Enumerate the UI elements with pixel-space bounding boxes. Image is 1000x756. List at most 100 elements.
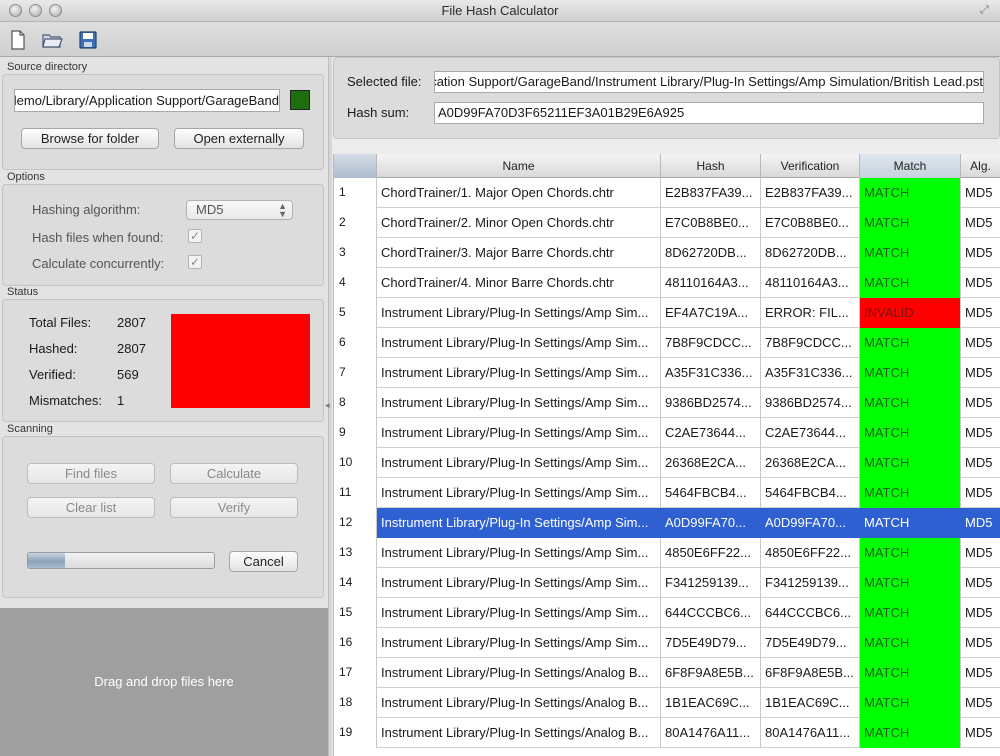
- verify-button[interactable]: Verify: [170, 497, 298, 518]
- name-cell: Instrument Library/Plug-In Settings/Amp …: [377, 478, 661, 508]
- total-files-label: Total Files:: [29, 315, 92, 330]
- match-cell: MATCH: [860, 388, 961, 418]
- source-directory-label: Source directory: [7, 61, 88, 73]
- verification-cell: 9386BD2574...: [761, 388, 860, 418]
- find-files-button[interactable]: Find files: [27, 463, 155, 484]
- hash-cell: 80A1476A11...: [661, 718, 761, 748]
- verification-cell: 1B1EAC69C...: [761, 688, 860, 718]
- table-row[interactable]: 5 Instrument Library/Plug-In Settings/Amp…: [334, 298, 1000, 328]
- hash-sum-field[interactable]: A0D99FA70D3F65211EF3A01B29E6A925: [434, 102, 984, 124]
- alg-cell: MD5: [961, 538, 1000, 568]
- hash-cell: 8D62720DB...: [661, 238, 761, 268]
- selected-file-field[interactable]: Application Support/GarageBand/Instrumen…: [434, 71, 984, 93]
- row-number-cell: 12: [334, 508, 377, 538]
- alg-cell: MD5: [961, 568, 1000, 598]
- clear-list-button[interactable]: Clear list: [27, 497, 155, 518]
- match-cell: INVALID: [860, 298, 961, 328]
- row-number-cell: 7: [334, 358, 377, 388]
- table-row[interactable]: 14 Instrument Library/Plug-In Settings/Am…: [334, 568, 1000, 598]
- hash-when-found-label: Hash files when found:: [32, 230, 164, 245]
- hashing-algorithm-select[interactable]: MD5 ▲ ▼: [186, 200, 293, 220]
- table-row[interactable]: 1 ChordTrainer/1. Major Open Chords.chtr E…: [334, 178, 1000, 208]
- scanning-label: Scanning: [7, 423, 53, 435]
- row-number-cell: 3: [334, 238, 377, 268]
- column-header-match[interactable]: Match: [860, 154, 961, 178]
- match-cell: MATCH: [860, 688, 961, 718]
- name-cell: Instrument Library/Plug-In Settings/Anal…: [377, 718, 661, 748]
- table-row[interactable]: 18 Instrument Library/Plug-In Settings/An…: [334, 688, 1000, 718]
- open-externally-button[interactable]: Open externally: [174, 128, 304, 149]
- save-disk-icon[interactable]: [76, 28, 100, 52]
- selection-panel: [333, 57, 1000, 139]
- window-title: File Hash Calculator: [441, 3, 559, 18]
- alg-cell: MD5: [961, 508, 1000, 538]
- fullscreen-icon[interactable]: ⤢: [980, 4, 992, 16]
- name-cell: Instrument Library/Plug-In Settings/Amp …: [377, 358, 661, 388]
- name-cell: Instrument Library/Plug-In Settings/Amp …: [377, 418, 661, 448]
- options-label: Options: [7, 171, 45, 183]
- column-header-hash[interactable]: Hash: [661, 154, 761, 178]
- source-directory-input[interactable]: /Users/demo/Library/Application Support/…: [14, 89, 280, 112]
- verification-cell: 80A1476A11...: [761, 718, 860, 748]
- table-row[interactable]: 10 Instrument Library/Plug-In Settings/Am…: [334, 448, 1000, 478]
- table-row[interactable]: 13 Instrument Library/Plug-In Settings/Am…: [334, 538, 1000, 568]
- verification-cell: F341259139...: [761, 568, 860, 598]
- table-row[interactable]: 15 Instrument Library/Plug-In Settings/Am…: [334, 598, 1000, 628]
- row-number-cell: 2: [334, 208, 377, 238]
- name-cell: Instrument Library/Plug-In Settings/Amp …: [377, 598, 661, 628]
- table-row[interactable]: 8 Instrument Library/Plug-In Settings/Amp…: [334, 388, 1000, 418]
- table-row[interactable]: 17 Instrument Library/Plug-In Settings/An…: [334, 658, 1000, 688]
- calculate-concurrently-checkbox[interactable]: ✓: [188, 255, 202, 269]
- hash-when-found-checkbox[interactable]: ✓: [188, 229, 202, 243]
- table-row[interactable]: 6 Instrument Library/Plug-In Settings/Amp…: [334, 328, 1000, 358]
- hash-cell: 26368E2CA...: [661, 448, 761, 478]
- row-number-cell: 9: [334, 418, 377, 448]
- table-row[interactable]: 16 Instrument Library/Plug-In Settings/Am…: [334, 628, 1000, 658]
- name-cell: Instrument Library/Plug-In Settings/Amp …: [377, 538, 661, 568]
- table-row[interactable]: 7 Instrument Library/Plug-In Settings/Amp…: [334, 358, 1000, 388]
- hash-cell: 48110164A3...: [661, 268, 761, 298]
- alg-cell: MD5: [961, 418, 1000, 448]
- hash-cell: 7D5E49D79...: [661, 628, 761, 658]
- alg-cell: MD5: [961, 688, 1000, 718]
- new-document-icon[interactable]: [6, 28, 30, 52]
- mismatches-value: 1: [117, 393, 125, 408]
- alg-cell: MD5: [961, 478, 1000, 508]
- splitter-handle-icon[interactable]: ◂: [325, 400, 330, 411]
- match-cell: MATCH: [860, 268, 961, 298]
- alg-cell: MD5: [961, 658, 1000, 688]
- table-row[interactable]: 19 Instrument Library/Plug-In Settings/An…: [334, 718, 1000, 748]
- cancel-button[interactable]: Cancel: [229, 551, 298, 572]
- open-folder-icon[interactable]: [40, 28, 64, 52]
- hash-cell: 4850E6FF22...: [661, 538, 761, 568]
- name-cell: Instrument Library/Plug-In Settings/Amp …: [377, 628, 661, 658]
- column-header-name[interactable]: Name: [377, 154, 661, 178]
- verified-label: Verified:: [29, 367, 76, 382]
- row-number-cell: 4: [334, 268, 377, 298]
- browse-folder-button[interactable]: Browse for folder: [21, 128, 159, 149]
- row-number-cell: 18: [334, 688, 377, 718]
- table-row[interactable]: 3 ChordTrainer/3. Major Barre Chords.chtr…: [334, 238, 1000, 268]
- table-row[interactable]: 4 ChordTrainer/4. Minor Barre Chords.chtr…: [334, 268, 1000, 298]
- table-row[interactable]: 9 Instrument Library/Plug-In Settings/Amp…: [334, 418, 1000, 448]
- table-row[interactable]: 2 ChordTrainer/2. Minor Open Chords.chtr E…: [334, 208, 1000, 238]
- calculate-button[interactable]: Calculate: [170, 463, 298, 484]
- hash-cell: E7C0B8BE0...: [661, 208, 761, 238]
- hash-cell: F341259139...: [661, 568, 761, 598]
- total-files-value: 2807: [117, 315, 146, 330]
- verification-cell: 4850E6FF22...: [761, 538, 860, 568]
- verification-cell: 48110164A3...: [761, 268, 860, 298]
- hash-cell: 1B1EAC69C...: [661, 688, 761, 718]
- alg-cell: MD5: [961, 208, 1000, 238]
- match-cell: MATCH: [860, 508, 961, 538]
- table-row[interactable]: 11 Instrument Library/Plug-In Settings/Am…: [334, 478, 1000, 508]
- column-header-alg[interactable]: Alg.: [961, 154, 1000, 178]
- hash-cell: E2B837FA39...: [661, 178, 761, 208]
- drop-zone[interactable]: Drag and drop files here: [0, 608, 328, 756]
- verification-cell: 644CCCBC6...: [761, 598, 860, 628]
- directory-color-swatch[interactable]: [290, 90, 310, 110]
- table-row[interactable]: 12 Instrument Library/Plug-In Settings/Am…: [334, 508, 1000, 538]
- hash-cell: A0D99FA70...: [661, 508, 761, 538]
- row-number-cell: 11: [334, 478, 377, 508]
- column-header-verification[interactable]: Verification: [761, 154, 860, 178]
